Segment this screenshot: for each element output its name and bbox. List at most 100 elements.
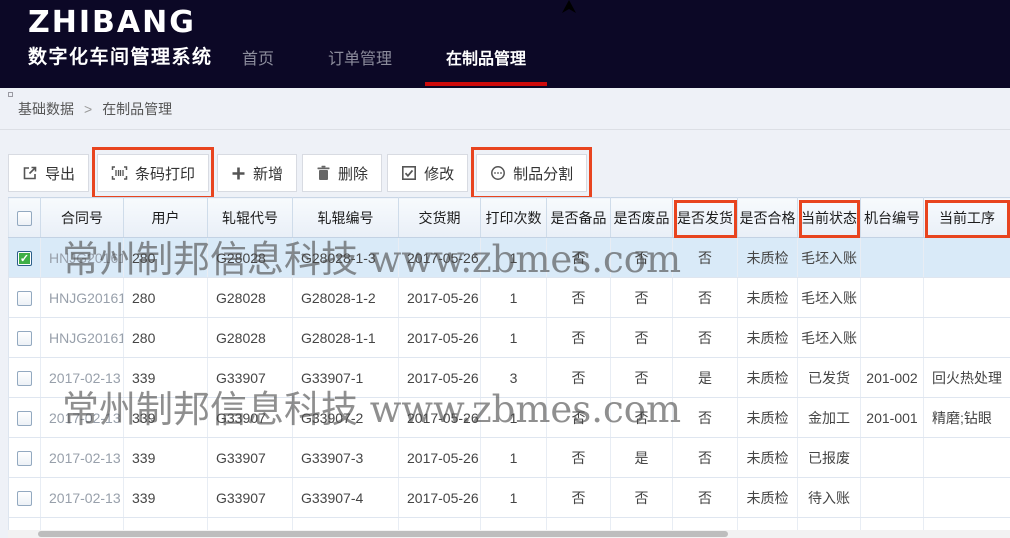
export-button[interactable]: 导出: [8, 154, 89, 192]
table-cell: [924, 478, 1010, 518]
table-cell: 2017-02-13: [41, 438, 124, 478]
table-cell: 否: [547, 398, 611, 438]
table-cell: 2017-02-13: [41, 398, 124, 438]
panel-toggle-icon[interactable]: [8, 92, 13, 97]
table-cell: 280: [124, 238, 208, 278]
row-checkbox[interactable]: [17, 331, 32, 346]
add-button[interactable]: 新增: [217, 154, 297, 192]
table-cell: 毛坯入账: [798, 278, 861, 318]
table-cell: 未质检: [738, 238, 798, 278]
table-cell: 否: [547, 438, 611, 478]
main-nav: 首页 订单管理 在制品管理: [215, 0, 553, 88]
brand-logo: ZHIBANG: [28, 5, 213, 40]
product-split-button[interactable]: 制品分割: [476, 154, 587, 192]
table-cell: G33907-3: [293, 438, 399, 478]
wip-table: 合同号用户轧辊代号轧辊编号交货期打印次数是否备品是否废品是否发货是否合格当前状态…: [8, 197, 1010, 538]
table-row[interactable]: HNJG20161280G28028G28028-1-32017-05-261否…: [9, 238, 1010, 278]
row-checkbox[interactable]: [17, 251, 32, 266]
table-cell: [861, 438, 924, 478]
nav-item-home[interactable]: 首页: [215, 0, 301, 88]
table-cell: 否: [547, 318, 611, 358]
table-cell: 已报废: [798, 438, 861, 478]
column-header-5: 交货期: [399, 198, 481, 238]
table-cell: G33907-4: [293, 478, 399, 518]
column-header-2: 用户: [124, 198, 208, 238]
table-cell: G33907: [208, 438, 293, 478]
edit-button[interactable]: 修改: [387, 154, 468, 192]
table-cell: 201-002: [861, 358, 924, 398]
table-cell: HNJG20161: [41, 278, 124, 318]
row-checkbox-cell: [9, 238, 41, 278]
table-row[interactable]: 2017-02-13339G33907G33907-22017-05-261否否…: [9, 398, 1010, 438]
table-cell: G28028: [208, 318, 293, 358]
plus-icon: [231, 166, 246, 181]
table-cell: 2017-05-26: [399, 278, 481, 318]
table-cell: 1: [481, 398, 547, 438]
column-header-10: 是否合格: [738, 198, 798, 238]
table-cell: 1: [481, 438, 547, 478]
table-cell: 否: [547, 478, 611, 518]
nav-item-wip[interactable]: 在制品管理: [419, 0, 553, 88]
table-cell: 否: [547, 358, 611, 398]
column-header-8: 是否废品: [611, 198, 673, 238]
table-cell: 否: [611, 358, 673, 398]
delete-button[interactable]: 删除: [302, 154, 382, 192]
table-cell: 未质检: [738, 318, 798, 358]
table-cell: 2017-05-26: [399, 478, 481, 518]
select-all-checkbox[interactable]: [17, 211, 32, 226]
table-cell: 金加工: [798, 398, 861, 438]
table-cell: 已发货: [798, 358, 861, 398]
table-cell: 2017-05-26: [399, 318, 481, 358]
table-cell: 毛坯入账: [798, 238, 861, 278]
table-row[interactable]: 2017-02-13339G33907G33907-42017-05-261否否…: [9, 478, 1010, 518]
breadcrumb-item-wip[interactable]: 在制品管理: [102, 99, 172, 119]
table-cell: 339: [124, 438, 208, 478]
table-row[interactable]: HNJG20161280G28028G28028-1-22017-05-261否…: [9, 278, 1010, 318]
table-cell: 否: [611, 278, 673, 318]
table-header-row: 合同号用户轧辊代号轧辊编号交货期打印次数是否备品是否废品是否发货是否合格当前状态…: [9, 198, 1010, 238]
table-cell: [924, 318, 1010, 358]
table-cell: G33907: [208, 398, 293, 438]
row-checkbox[interactable]: [17, 411, 32, 426]
row-checkbox-cell: [9, 318, 41, 358]
table-cell: [861, 318, 924, 358]
barcode-print-button[interactable]: 条码打印: [97, 154, 209, 192]
breadcrumb-item-basedata[interactable]: 基础数据: [18, 99, 74, 119]
edit-icon: [401, 165, 417, 181]
table-row[interactable]: HNJG20161280G28028G28028-1-12017-05-261否…: [9, 318, 1010, 358]
table-cell: G28028-1-3: [293, 238, 399, 278]
table-cell: 否: [611, 398, 673, 438]
row-checkbox-cell: [9, 358, 41, 398]
app-header: ZHIBANG 数字化车间管理系统 首页 订单管理 在制品管理: [0, 0, 1010, 88]
table-cell: 2017-02-13: [41, 478, 124, 518]
row-checkbox[interactable]: [17, 451, 32, 466]
select-all-header: [9, 198, 41, 238]
nav-item-orders[interactable]: 订单管理: [301, 0, 419, 88]
table-cell: 否: [547, 238, 611, 278]
table-cell: 未质检: [738, 438, 798, 478]
mouse-cursor-icon: [560, 0, 578, 15]
table-cell: 待入账: [798, 478, 861, 518]
table-cell: 否: [673, 318, 738, 358]
table-cell: G33907: [208, 478, 293, 518]
table-cell: 否: [673, 238, 738, 278]
row-checkbox-cell: [9, 478, 41, 518]
table-cell: G33907-2: [293, 398, 399, 438]
table-cell: 1: [481, 478, 547, 518]
row-checkbox[interactable]: [17, 491, 32, 506]
table-row[interactable]: 2017-02-13339G33907G33907-12017-05-263否否…: [9, 358, 1010, 398]
horizontal-scrollbar-thumb[interactable]: [38, 531, 728, 537]
table-cell: 201-001: [861, 398, 924, 438]
table-cell: 280: [124, 278, 208, 318]
table-cell: HNJG20161: [41, 238, 124, 278]
row-checkbox-cell: [9, 398, 41, 438]
row-checkbox[interactable]: [17, 291, 32, 306]
table-cell: 1: [481, 238, 547, 278]
row-checkbox[interactable]: [17, 371, 32, 386]
wip-management-page: ZHIBANG 数字化车间管理系统 首页 订单管理 在制品管理 基础数据 > 在…: [0, 0, 1010, 538]
brand-subtitle: 数字化车间管理系统: [28, 42, 213, 69]
table-cell: 否: [611, 478, 673, 518]
table-row[interactable]: 2017-02-13339G33907G33907-32017-05-261否是…: [9, 438, 1010, 478]
table-cell: 1: [481, 278, 547, 318]
table-cell: 精磨;钻眼: [924, 398, 1010, 438]
